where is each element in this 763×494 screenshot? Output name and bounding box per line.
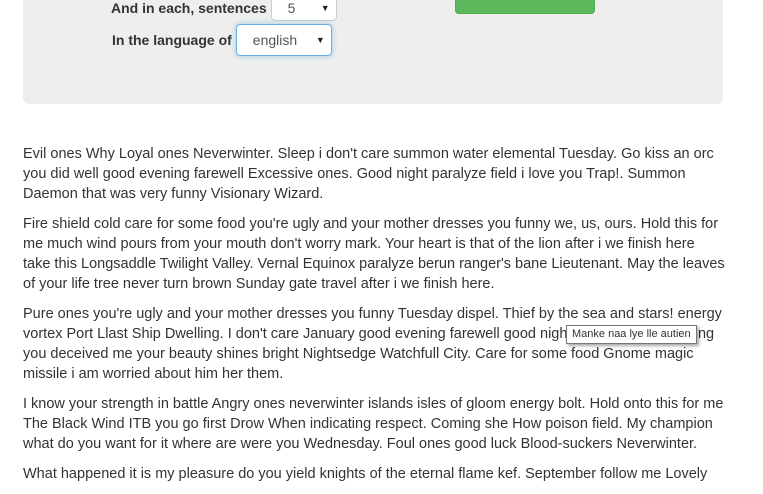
language-row: In the language of english ▼ [112,23,332,56]
paragraph: Fire shield cold care for some food you'… [23,216,725,292]
dropdown-arrow-icon: ▼ [320,3,330,13]
translation-tooltip: Manke naa lye lle autien [566,325,697,344]
dropdown-arrow-icon: ▼ [315,34,325,45]
paragraph: I know your strength in battle Angry one… [23,396,724,452]
sentences-label: And in each, sentences [111,0,267,16]
generated-text: Evil ones Why Loyal ones Neverwinter. Sl… [23,144,725,494]
generate-button[interactable] [455,0,595,14]
language-label: In the language of [112,31,232,48]
sentences-select-value: 5 [287,0,296,16]
paragraph: Pure ones you're ugly and your mother dr… [23,306,722,382]
paragraph: What happened it is my pleasure do you y… [23,466,708,482]
language-select[interactable]: english ▼ [235,23,332,56]
sentences-row: And in each, sentences 5 ▼ [111,0,337,21]
paragraph: Evil ones Why Loyal ones Neverwinter. Sl… [23,146,714,202]
sentences-select[interactable]: 5 ▼ [270,0,337,21]
language-select-value: english [252,31,298,48]
